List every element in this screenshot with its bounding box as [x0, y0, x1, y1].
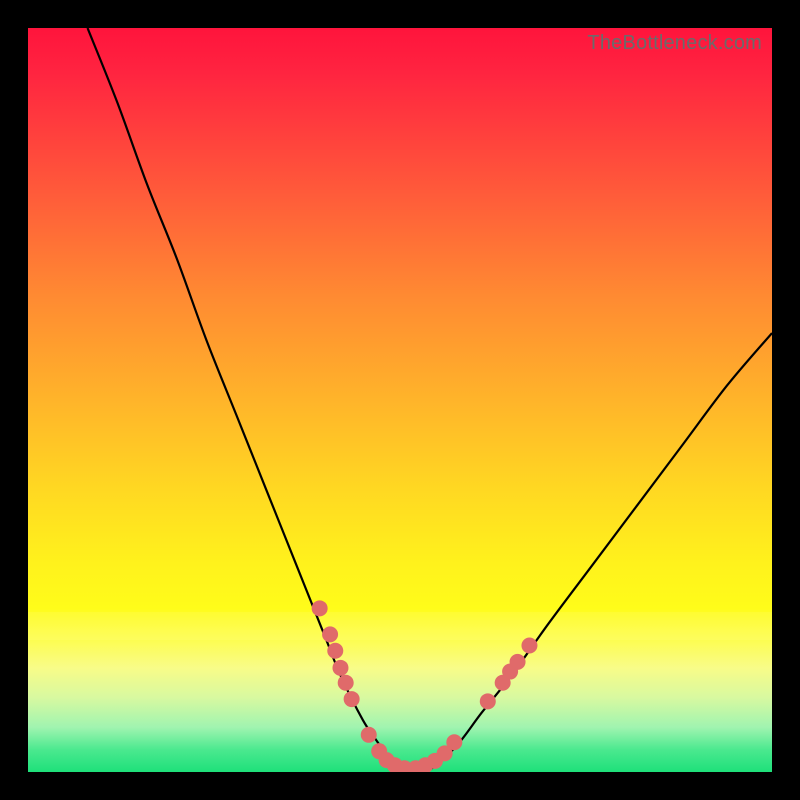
- curve-marker: [361, 727, 377, 743]
- curve-markers: [312, 600, 538, 772]
- curve-marker: [344, 691, 360, 707]
- curve-marker: [332, 660, 348, 676]
- curve-marker: [327, 643, 343, 659]
- bottleneck-curve-svg: [28, 28, 772, 772]
- curve-marker: [480, 693, 496, 709]
- curve-marker: [312, 600, 328, 616]
- chart-plot-area: TheBottleneck.com: [28, 28, 772, 772]
- curve-marker: [446, 734, 462, 750]
- curve-marker: [322, 626, 338, 642]
- curve-marker: [338, 675, 354, 691]
- curve-marker: [521, 638, 537, 654]
- bottleneck-curve-path: [88, 28, 772, 772]
- watermark-text: TheBottleneck.com: [587, 32, 762, 55]
- curve-marker: [510, 654, 526, 670]
